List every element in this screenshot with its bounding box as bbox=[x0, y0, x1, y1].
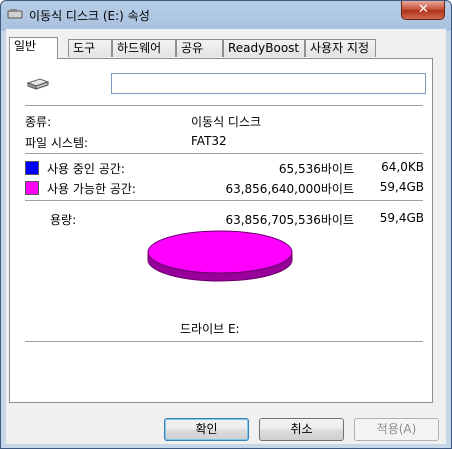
tab-label: ReadyBoost bbox=[228, 41, 300, 55]
free-space-bytes: 63,856,640,000바이트 bbox=[225, 182, 354, 196]
close-icon: ✕ bbox=[418, 2, 429, 17]
properties-window: 이동식 디스크 (E:) 속성 ✕ 일반 도구 하드웨어 공유 ReadyBoo… bbox=[0, 0, 452, 449]
cancel-button[interactable]: 취소 bbox=[259, 418, 344, 441]
tab-label: 하드웨어 bbox=[117, 41, 162, 55]
dialog-client-area: 일반 도구 하드웨어 공유 ReadyBoost 사용자 지정 종류: 이동식 … bbox=[6, 29, 446, 444]
disk-usage-pie bbox=[146, 230, 296, 285]
used-space-short: 64,0KB bbox=[381, 160, 424, 174]
tab-general[interactable]: 일반 bbox=[9, 37, 58, 59]
ok-button[interactable]: 확인 bbox=[164, 418, 249, 441]
tab-label: 일반 bbox=[14, 39, 37, 53]
title-bar[interactable]: 이동식 디스크 (E:) 속성 ✕ bbox=[1, 1, 451, 29]
capacity-label: 용량: bbox=[50, 213, 77, 227]
free-space-color-swatch bbox=[25, 181, 39, 195]
usb-drive-icon bbox=[26, 78, 50, 90]
tab-sharing[interactable]: 공유 bbox=[176, 39, 223, 57]
tab-label: 사용자 지정 bbox=[310, 41, 370, 55]
type-label: 종류: bbox=[25, 115, 52, 129]
separator bbox=[25, 341, 423, 342]
capacity-short: 59,4GB bbox=[379, 211, 424, 225]
used-space-color-swatch bbox=[25, 161, 39, 175]
separator bbox=[25, 153, 423, 154]
tab-tools[interactable]: 도구 bbox=[68, 39, 112, 57]
tab-label: 도구 bbox=[73, 41, 96, 55]
separator bbox=[25, 105, 423, 106]
close-button[interactable]: ✕ bbox=[401, 1, 445, 20]
tab-customize[interactable]: 사용자 지정 bbox=[305, 39, 376, 57]
drive-label: 드라이브 E: bbox=[180, 322, 240, 336]
free-space-short: 59,4GB bbox=[379, 180, 424, 194]
removable-drive-icon bbox=[7, 9, 23, 19]
tab-hardware[interactable]: 하드웨어 bbox=[112, 39, 176, 57]
drive-name-input[interactable] bbox=[111, 73, 426, 94]
free-space-label: 사용 가능한 공간: bbox=[47, 182, 136, 196]
used-space-bytes: 65,536바이트 bbox=[278, 162, 354, 176]
general-panel: 종류: 이동식 디스크 파일 시스템: FAT32 사용 중인 공간: 65,5… bbox=[9, 58, 433, 403]
window-title: 이동식 디스크 (E:) 속성 bbox=[29, 9, 150, 23]
tab-label: 공유 bbox=[181, 41, 204, 55]
tab-readyboost[interactable]: ReadyBoost bbox=[223, 39, 305, 57]
filesystem-value: FAT32 bbox=[191, 134, 227, 148]
apply-button[interactable]: 적용(A) bbox=[354, 418, 439, 441]
capacity-bytes: 63,856,705,536바이트 bbox=[225, 213, 354, 227]
filesystem-label: 파일 시스템: bbox=[25, 136, 89, 150]
used-space-label: 사용 중인 공간: bbox=[47, 162, 125, 176]
separator bbox=[25, 200, 423, 201]
pie-free-slice bbox=[147, 230, 293, 274]
type-value: 이동식 디스크 bbox=[191, 115, 262, 129]
